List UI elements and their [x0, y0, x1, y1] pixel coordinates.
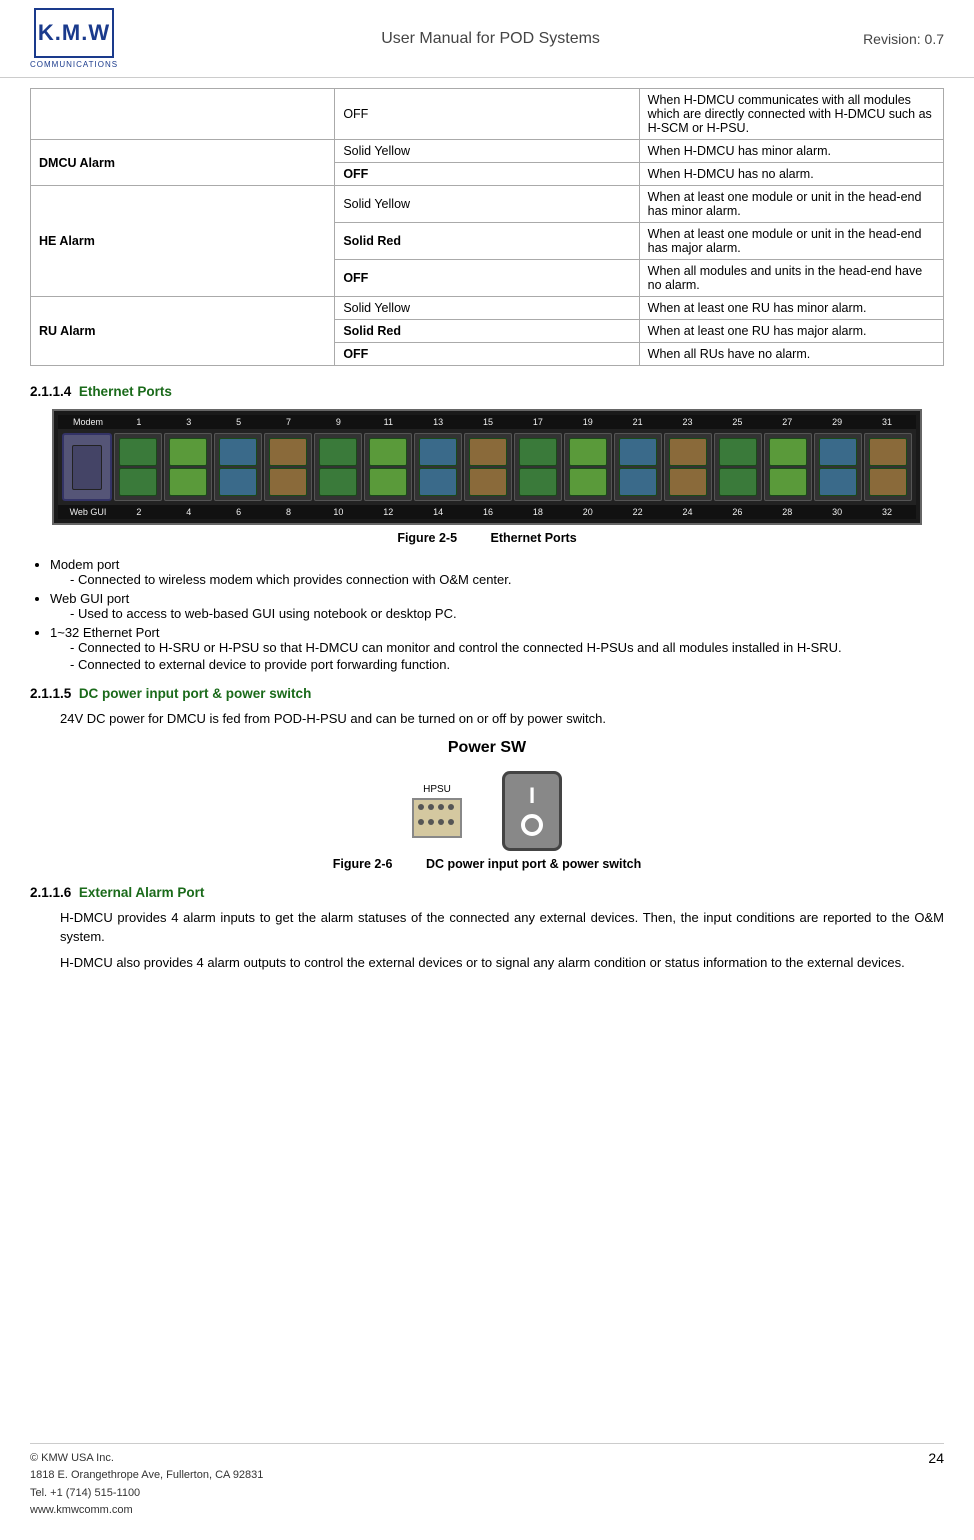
page-footer: © KMW USA Inc. 1818 E. Orangethrope Ave,…	[30, 1443, 944, 1520]
table-indicator-cell: OFF	[335, 343, 639, 366]
table-description-cell: When H-DMCU has no alarm.	[639, 163, 943, 186]
switch-off-symbol	[521, 814, 543, 836]
switch-on-symbol: I	[529, 785, 535, 807]
table-description-cell: When H-DMCU has minor alarm.	[639, 140, 943, 163]
table-indicator-cell: Solid Yellow	[335, 186, 639, 223]
table-indicator-cell: OFF	[335, 260, 639, 297]
hpsu-pin	[448, 819, 454, 825]
main-content: OFFWhen H-DMCU communicates with all mod…	[0, 78, 974, 998]
figure-2-6-caption: Figure 2-6 DC power input port & power s…	[30, 857, 944, 871]
table-description-cell: When all modules and units in the head-e…	[639, 260, 943, 297]
hpsu-pin	[438, 804, 444, 810]
alarm-table: OFFWhen H-DMCU communicates with all mod…	[30, 88, 944, 366]
power-sw-label: Power SW	[448, 739, 526, 757]
bullet-item: Modem portConnected to wireless modem wh…	[50, 557, 944, 587]
section-214-title: Ethernet Ports	[79, 384, 172, 399]
footer-tel: Tel. +1 (714) 515-1100	[30, 1485, 263, 1503]
table-description-cell: When at least one RU has major alarm.	[639, 320, 943, 343]
table-indicator-cell: Solid Yellow	[335, 297, 639, 320]
table-indicator-cell: Solid Yellow	[335, 140, 639, 163]
power-figure: Power SW HPSU	[30, 739, 944, 851]
table-indicator-cell: Solid Red	[335, 223, 639, 260]
table-description-cell: When all RUs have no alarm.	[639, 343, 943, 366]
hpsu-pin	[448, 804, 454, 810]
section-216-body2: H-DMCU also provides 4 alarm outputs to …	[60, 953, 944, 973]
sub-bullet-item: Connected to H-SRU or H-PSU so that H-DM…	[70, 640, 944, 655]
table-description-cell: When at least one RU has minor alarm.	[639, 297, 943, 320]
section-216-body1: H-DMCU provides 4 alarm inputs to get th…	[60, 908, 944, 947]
ethernet-image: Modem 1 3 5 7 9 11 13 15 17 19 21 23 25 …	[52, 409, 922, 525]
table-description-cell: When at least one module or unit in the …	[639, 223, 943, 260]
revision-label: Revision: 0.7	[863, 31, 944, 47]
page-number: 24	[928, 1450, 944, 1520]
hpsu-connector	[412, 798, 462, 838]
section-215-title: DC power input port & power switch	[79, 686, 312, 701]
footer-left: © KMW USA Inc. 1818 E. Orangethrope Ave,…	[30, 1450, 263, 1520]
hpsu-pin	[418, 804, 424, 810]
page-header: K.M.W COMMUNICATIONS User Manual for POD…	[0, 0, 974, 78]
table-description-cell: When H-DMCU communicates with all module…	[639, 89, 943, 140]
ethernet-bullet-list: Modem portConnected to wireless modem wh…	[50, 557, 944, 672]
document-title: User Manual for POD Systems	[381, 30, 600, 48]
bullet-item: 1~32 Ethernet PortConnected to H-SRU or …	[50, 625, 944, 672]
hpsu-pin	[428, 804, 434, 810]
section-215-body: 24V DC power for DMCU is fed from POD-H-…	[60, 709, 944, 729]
footer-address: 1818 E. Orangethrope Ave, Fullerton, CA …	[30, 1467, 263, 1485]
figure-2-5-caption: Figure 2-5 Ethernet Ports	[30, 531, 944, 545]
ethernet-figure: Modem 1 3 5 7 9 11 13 15 17 19 21 23 25 …	[30, 409, 944, 525]
logo-text: K.M.W	[38, 20, 110, 46]
logo-area: K.M.W COMMUNICATIONS	[30, 8, 118, 69]
hpsu-pin	[418, 819, 424, 825]
sub-bullet-item: Connected to external device to provide …	[70, 657, 944, 672]
table-description-cell: When at least one module or unit in the …	[639, 186, 943, 223]
section-214-heading: 2.1.1.4 Ethernet Ports	[30, 384, 944, 399]
section-216-heading: 2.1.1.6 External Alarm Port	[30, 885, 944, 900]
table-group-cell	[31, 89, 335, 140]
table-group-cell: DMCU Alarm	[31, 140, 335, 186]
table-indicator-cell: OFF	[335, 163, 639, 186]
footer-web: www.kmwcomm.com	[30, 1502, 263, 1520]
bullet-item: Web GUI portUsed to access to web-based …	[50, 591, 944, 621]
hpsu-pin	[438, 819, 444, 825]
logo-subtitle: COMMUNICATIONS	[30, 60, 118, 69]
sub-bullet-item: Connected to wireless modem which provid…	[70, 572, 944, 587]
table-group-cell: RU Alarm	[31, 297, 335, 366]
table-indicator-cell: Solid Red	[335, 320, 639, 343]
hpsu-connector-box: HPSU	[412, 784, 462, 838]
logo-box: K.M.W	[34, 8, 114, 58]
table-group-cell: HE Alarm	[31, 186, 335, 297]
table-indicator-cell: OFF	[335, 89, 639, 140]
power-switch: I	[502, 771, 562, 851]
hpsu-label: HPSU	[423, 784, 451, 795]
hpsu-pin	[428, 819, 434, 825]
footer-company: © KMW USA Inc.	[30, 1450, 263, 1468]
sub-bullet-item: Used to access to web-based GUI using no…	[70, 606, 944, 621]
section-216-title: External Alarm Port	[79, 885, 205, 900]
power-switch-visual: I	[502, 771, 562, 851]
section-215-heading: 2.1.1.5 DC power input port & power swit…	[30, 686, 944, 701]
